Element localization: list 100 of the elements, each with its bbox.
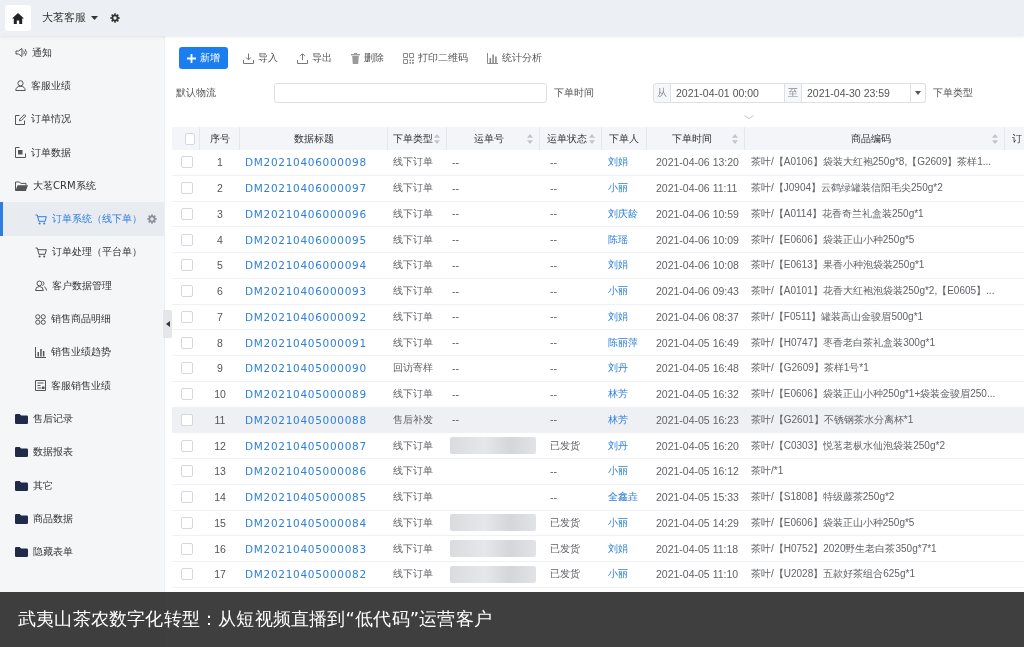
customer-link[interactable]: 刘娟 xyxy=(608,155,628,170)
sidebar-item[interactable]: 客服销售业绩 xyxy=(0,368,164,403)
row-checkbox[interactable] xyxy=(181,413,193,426)
sidebar-group[interactable]: 大茗CRM系统 xyxy=(0,169,164,203)
row-checkbox[interactable] xyxy=(181,285,193,298)
collapse-button[interactable] xyxy=(163,310,172,338)
row-checkbox[interactable] xyxy=(181,156,193,169)
sort-icon[interactable] xyxy=(434,133,440,144)
dropdown-button[interactable] xyxy=(911,83,926,103)
logistics-field[interactable] xyxy=(274,83,547,103)
settings-icon[interactable] xyxy=(110,13,120,23)
sidebar-group[interactable]: 隐藏表单 xyxy=(0,535,164,569)
shipping-status: -- xyxy=(550,337,558,349)
row-checkbox[interactable] xyxy=(181,542,193,555)
sidebar-item[interactable]: 通知 xyxy=(0,36,164,70)
customer-link[interactable]: 小丽 xyxy=(608,464,628,479)
toolbar-button[interactable]: 导出 xyxy=(294,47,335,69)
row-checkbox[interactable] xyxy=(181,207,193,220)
toolbar-button[interactable]: 统计分析 xyxy=(484,47,545,69)
order-id-link[interactable]: DM20210405000089 xyxy=(245,388,367,401)
customer-link[interactable]: 刘娟 xyxy=(608,541,628,556)
row-checkbox[interactable] xyxy=(181,439,193,452)
row-checkbox[interactable] xyxy=(181,336,193,349)
order-id-link[interactable]: DM20210405000086 xyxy=(245,465,367,478)
toolbar-button[interactable]: 导入 xyxy=(240,47,281,69)
order-id-link[interactable]: DM20210405000084 xyxy=(245,516,367,529)
sidebar-item[interactable]: 销售业绩趋势 xyxy=(0,335,164,369)
row-checkbox[interactable] xyxy=(181,182,193,195)
row-checkbox[interactable] xyxy=(181,516,193,529)
order-id-link[interactable]: DM20210405000083 xyxy=(245,542,367,555)
row-checkbox[interactable] xyxy=(181,310,193,323)
sidebar-item[interactable]: 销售商品明细 xyxy=(0,302,164,336)
customer-link[interactable]: 全鑫垚 xyxy=(608,490,638,505)
sort-icon[interactable] xyxy=(589,133,595,144)
customer-link[interactable]: 刘娟 xyxy=(608,309,628,324)
order-id-link[interactable]: DM20210406000094 xyxy=(245,259,367,272)
customer-link[interactable]: 小丽 xyxy=(608,515,628,530)
sidebar-item[interactable]: 客服业绩 xyxy=(0,69,164,103)
row-checkbox[interactable] xyxy=(181,259,193,272)
start-date-field[interactable]: 2021-04-01 00:00 xyxy=(671,83,785,103)
row-number: 14 xyxy=(214,491,226,504)
row-checkbox[interactable] xyxy=(181,465,193,478)
customer-link[interactable]: 陈丽萍 xyxy=(608,335,638,350)
primary-button[interactable]: 新增 xyxy=(179,47,228,69)
customer-link[interactable]: 刘丹 xyxy=(608,438,628,453)
column-title: 下单时间 xyxy=(671,131,712,146)
row-checkbox[interactable] xyxy=(181,491,193,504)
order-id-link[interactable]: DM20210406000096 xyxy=(245,207,367,220)
order-id-link[interactable]: DM20210405000087 xyxy=(245,439,367,452)
customer-link[interactable]: 小丽 xyxy=(608,567,628,582)
order-id-link[interactable]: DM20210406000092 xyxy=(245,310,367,323)
order-id-link[interactable]: DM20210406000098 xyxy=(245,156,367,169)
sort-icon[interactable] xyxy=(992,133,998,144)
order-id-link[interactable]: DM20210405000085 xyxy=(245,491,367,504)
row-checkbox[interactable] xyxy=(181,568,193,581)
toolbar-button[interactable]: 打印二维码 xyxy=(400,47,471,69)
shipping-status: -- xyxy=(550,208,558,220)
customer-link[interactable]: 小丽 xyxy=(608,284,628,299)
sidebar-group[interactable]: 商品数据 xyxy=(0,502,164,536)
chevron-down-icon[interactable] xyxy=(744,115,754,119)
order-id-link[interactable]: DM20210406000095 xyxy=(245,233,367,246)
toolbar-button[interactable]: 删除 xyxy=(348,47,387,69)
sidebar-item[interactable]: 订单数据 xyxy=(0,135,164,170)
customer-link[interactable]: 林芳 xyxy=(608,412,628,427)
row-checkbox[interactable] xyxy=(181,233,193,246)
end-date-field[interactable]: 2021-04-30 23:59 xyxy=(802,83,911,103)
sidebar-group[interactable]: 其它 xyxy=(0,468,164,503)
order-time: 2021-04-06 10:08 xyxy=(656,259,739,272)
order-id-link[interactable]: DM20210406000093 xyxy=(245,285,367,298)
sidebar-item[interactable]: 订单系统（线下单） xyxy=(0,202,164,236)
sidebar-group[interactable]: 售后记录 xyxy=(0,402,164,436)
product-code: 茶叶/【J0904】云鹤绿罐装信阳毛尖250g*2 xyxy=(751,181,943,196)
row-number: 10 xyxy=(214,388,226,401)
customer-link[interactable]: 林芳 xyxy=(608,387,628,402)
sidebar-item[interactable]: 订单情况 xyxy=(0,102,164,136)
customer-link[interactable]: 刘庆龄 xyxy=(608,206,638,221)
customer-link[interactable]: 陈瑶 xyxy=(608,232,628,247)
sort-icon[interactable] xyxy=(527,133,533,144)
customer-link[interactable]: 小丽 xyxy=(608,181,628,196)
order-id-link[interactable]: DM20210405000088 xyxy=(245,413,367,426)
order-id-link[interactable]: DM20210406000097 xyxy=(245,182,367,195)
workspace-dropdown[interactable]: 大茗客服 xyxy=(42,11,98,25)
home-button[interactable] xyxy=(5,5,31,31)
row-checkbox[interactable] xyxy=(181,362,193,375)
sidebar-item[interactable]: 客户数据管理 xyxy=(0,269,164,303)
customer-link[interactable]: 刘丹 xyxy=(608,361,628,376)
customer-link[interactable]: 刘娟 xyxy=(608,258,628,273)
order-time: 2021-04-05 11:18 xyxy=(656,542,739,555)
column-title: 数据标题 xyxy=(293,131,334,146)
order-id-link[interactable]: DM20210405000090 xyxy=(245,362,367,375)
range-label: 至 xyxy=(785,83,802,103)
order-id-link[interactable]: DM20210405000082 xyxy=(245,568,367,581)
sort-icon[interactable] xyxy=(732,133,738,144)
sidebar-item[interactable]: 订单处理（平台单） xyxy=(0,235,164,270)
sidebar-group[interactable]: 数据报表 xyxy=(0,435,164,469)
row-checkbox[interactable] xyxy=(181,388,193,401)
header-checkbox[interactable] xyxy=(185,132,195,145)
product-code: 茶叶/【F0511】罐装高山金骏眉500g*1 xyxy=(751,309,924,324)
order-id-link[interactable]: DM20210405000091 xyxy=(245,336,367,349)
trash-icon xyxy=(351,52,360,64)
